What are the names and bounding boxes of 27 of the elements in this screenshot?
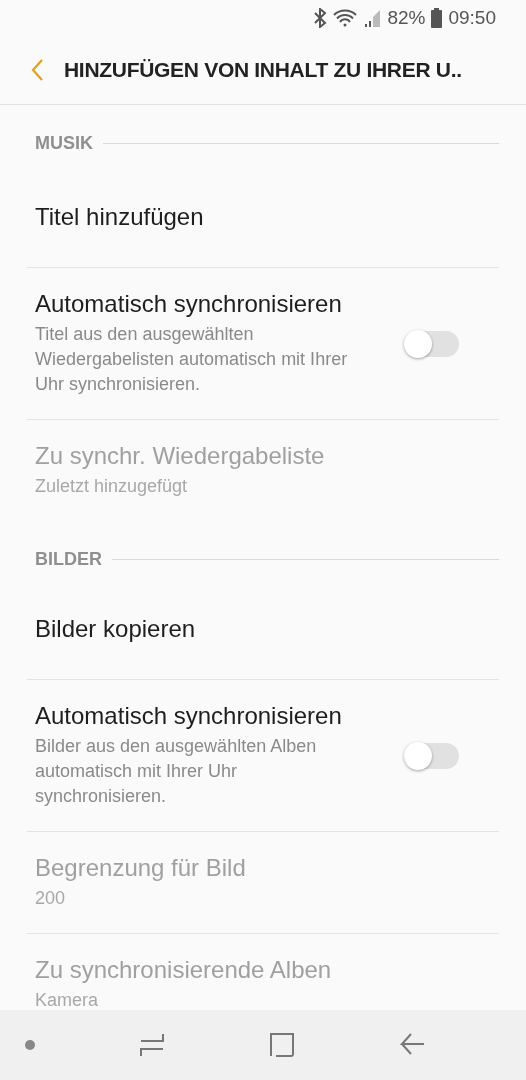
battery-icon: [431, 8, 443, 28]
signal-icon: [363, 9, 382, 27]
setting-description: Zuletzt hinzugefügt: [35, 475, 189, 498]
setting-description: Bilder aus den ausgewählten Alben automatisch mit Ihrer Uhr synchronisieren.: [35, 735, 318, 808]
dot-icon: [25, 1040, 35, 1050]
setting-title[interactable]: Bilder kopieren: [35, 615, 459, 643]
wifi-icon: [333, 9, 358, 27]
bluetooth-icon: [313, 8, 328, 28]
setting-description: Kamera: [35, 989, 100, 1010]
back-button[interactable]: [30, 58, 44, 82]
page-title: HINZUFÜGEN VON INHALT ZU IHRER U..: [64, 58, 462, 82]
section-header: BILDER: [35, 548, 102, 570]
battery-percentage: 82%: [387, 7, 426, 29]
toggle-switch[interactable]: [405, 330, 459, 357]
setting-title[interactable]: Automatisch synchronisieren: [35, 702, 405, 730]
setting-description: 200: [35, 887, 67, 910]
section-header: MUSIK: [35, 132, 93, 154]
setting-description: Titel aus den ausgewählten Wiedergabelisten automatisch mit Ihrer Uhr synchronisieren.: [35, 323, 349, 396]
clock-time: 09:50: [448, 7, 496, 29]
setting-title[interactable]: Titel hinzufügen: [35, 203, 459, 231]
setting-title: Begrenzung für Bild: [35, 854, 247, 882]
toggle-switch[interactable]: [405, 742, 459, 769]
recent-apps-button[interactable]: [139, 1032, 166, 1058]
setting-title[interactable]: Automatisch synchronisieren: [35, 290, 405, 318]
setting-title: Zu synchr. Wiedergabeliste: [35, 442, 326, 470]
home-button[interactable]: [269, 1032, 296, 1058]
setting-title: Zu synchronisierende Alben: [35, 956, 333, 984]
